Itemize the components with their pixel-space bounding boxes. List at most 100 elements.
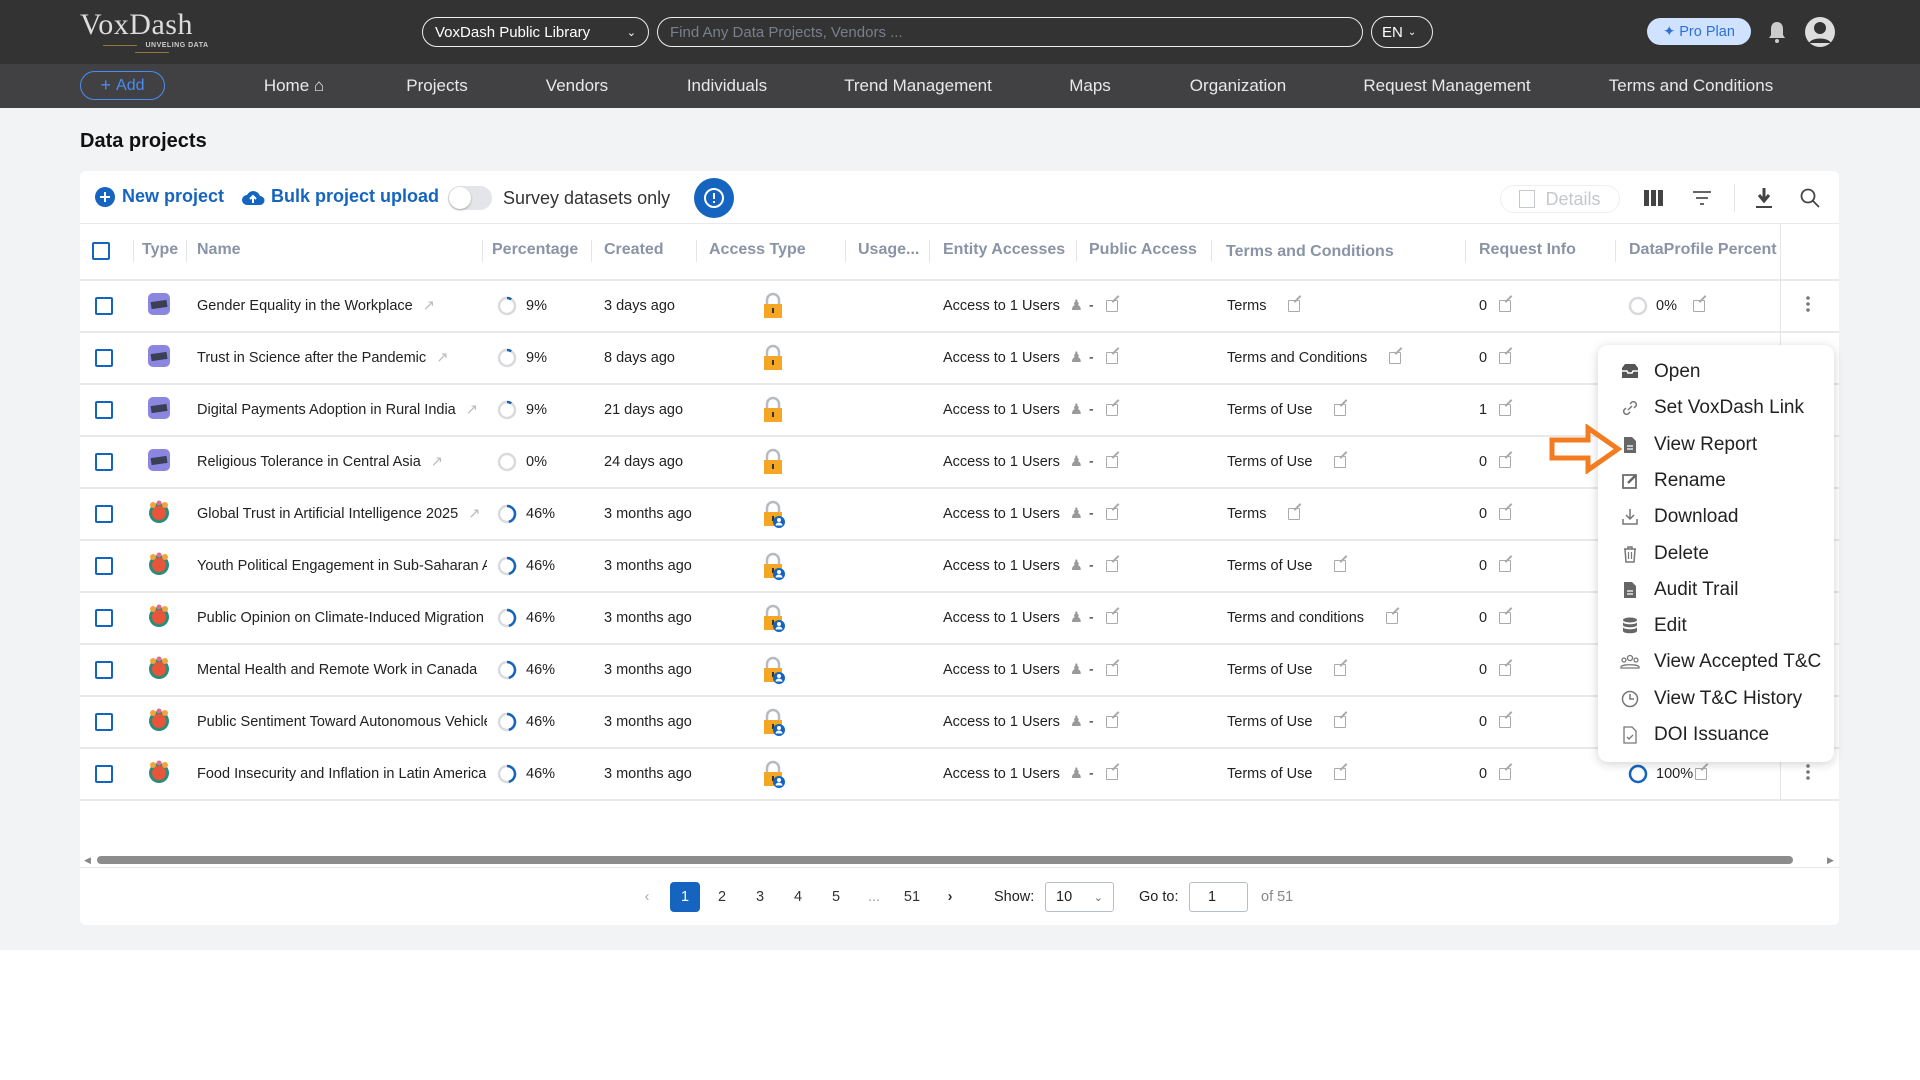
project-name[interactable]: Youth Political Engagement in Sub-Sahara… — [197, 558, 487, 574]
chat-alert-icon[interactable] — [694, 178, 734, 218]
row-checkbox[interactable] — [95, 401, 113, 419]
page-button[interactable]: 4 — [783, 882, 813, 912]
edit-icon[interactable] — [1106, 300, 1118, 312]
project-name[interactable]: Mental Health and Remote Work in Canada — [197, 662, 477, 678]
logo[interactable]: VoxDash — [80, 8, 193, 42]
project-name[interactable]: Gender Equality in the Workplace — [197, 298, 413, 314]
edit-icon[interactable] — [1106, 352, 1118, 364]
scroll-right-arrow[interactable]: ▶ — [1827, 855, 1834, 866]
project-name[interactable]: Public Opinion on Climate-Induced Migrat… — [197, 610, 487, 626]
edit-icon[interactable] — [1106, 508, 1118, 520]
user-add-icon[interactable]: ♟ — [1070, 558, 1083, 574]
column-header[interactable]: Percentage — [492, 241, 578, 259]
page-button[interactable]: 2 — [707, 882, 737, 912]
bell-icon[interactable] — [1766, 20, 1788, 44]
column-header[interactable]: Name — [197, 241, 241, 259]
name-cell[interactable]: Youth Political Engagement in Sub-Sahara… — [197, 558, 487, 574]
name-cell[interactable]: Food Insecurity and Inflation in Latin A… — [197, 766, 487, 782]
columns-icon[interactable] — [1644, 189, 1664, 207]
edit-icon[interactable] — [1499, 456, 1511, 468]
nav-organization[interactable]: Organization — [1190, 64, 1286, 108]
menu-item-edit[interactable]: Edit — [1598, 609, 1834, 643]
project-name[interactable]: Food Insecurity and Inflation in Latin A… — [197, 766, 486, 782]
next-page-button[interactable]: › — [935, 882, 965, 912]
details-button[interactable]: Details — [1500, 185, 1620, 213]
page-size-select[interactable]: 10⌄ — [1045, 882, 1114, 912]
nav-vendors[interactable]: Vendors — [546, 64, 608, 108]
search-icon[interactable] — [1800, 188, 1820, 208]
edit-icon[interactable] — [1499, 404, 1511, 416]
external-link-icon[interactable]: ↗ — [436, 350, 448, 366]
edit-icon[interactable] — [1334, 456, 1346, 468]
menu-item-view-report[interactable]: View Report — [1598, 428, 1834, 462]
user-add-icon[interactable]: ♟ — [1070, 402, 1083, 418]
edit-icon[interactable] — [1693, 300, 1705, 312]
edit-icon[interactable] — [1106, 612, 1118, 624]
page-button[interactable]: 51 — [897, 882, 927, 912]
filter-icon[interactable] — [1692, 190, 1712, 206]
language-select[interactable]: EN⌄ — [1371, 16, 1433, 48]
horizontal-scrollbar[interactable] — [97, 856, 1793, 864]
edit-icon[interactable] — [1499, 612, 1511, 624]
name-cell[interactable]: Public Opinion on Climate-Induced Migrat… — [197, 610, 487, 626]
row-actions-button[interactable] — [1805, 763, 1811, 785]
project-name[interactable]: Digital Payments Adoption in Rural India — [197, 402, 456, 418]
external-link-icon[interactable]: ↗ — [423, 298, 435, 314]
menu-item-view-accepted-t-c[interactable]: View Accepted T&C — [1598, 645, 1834, 679]
edit-icon[interactable] — [1334, 768, 1346, 780]
edit-icon[interactable] — [1334, 404, 1346, 416]
user-add-icon[interactable]: ♟ — [1070, 506, 1083, 522]
column-header[interactable]: Request Info — [1479, 241, 1576, 259]
external-link-icon[interactable]: ↗ — [468, 506, 480, 522]
external-link-icon[interactable]: ↗ — [466, 402, 478, 418]
download-icon[interactable] — [1755, 187, 1773, 209]
column-header[interactable]: Entity Accesses — [943, 241, 1065, 259]
bulk-upload-button[interactable]: Bulk project upload — [241, 186, 439, 207]
row-checkbox[interactable] — [95, 453, 113, 471]
name-cell[interactable]: Global Trust in Artificial Intelligence … — [197, 506, 487, 522]
name-cell[interactable]: Trust in Science after the Pandemic ↗ — [197, 350, 487, 366]
add-button[interactable]: +Add — [80, 71, 165, 100]
edit-icon[interactable] — [1499, 352, 1511, 364]
project-name[interactable]: Global Trust in Artificial Intelligence … — [197, 506, 458, 522]
row-checkbox[interactable] — [95, 661, 113, 679]
edit-icon[interactable] — [1386, 612, 1398, 624]
external-link-icon[interactable]: ↗ — [431, 454, 443, 470]
edit-icon[interactable] — [1499, 560, 1511, 572]
edit-icon[interactable] — [1106, 768, 1118, 780]
edit-icon[interactable] — [1499, 768, 1511, 780]
row-checkbox[interactable] — [95, 505, 113, 523]
select-all-checkbox[interactable] — [92, 242, 110, 260]
pro-plan-button[interactable]: ✦Pro Plan — [1647, 18, 1751, 45]
menu-item-doi-issuance[interactable]: DOI Issuance — [1598, 718, 1834, 752]
column-header[interactable]: Created — [604, 241, 664, 259]
user-add-icon[interactable]: ♟ — [1070, 298, 1083, 314]
menu-item-set-voxdash-link[interactable]: Set VoxDash Link — [1598, 391, 1834, 425]
project-name[interactable]: Religious Tolerance in Central Asia — [197, 454, 421, 470]
user-add-icon[interactable]: ♟ — [1070, 350, 1083, 366]
goto-page-input[interactable]: 1 — [1189, 882, 1248, 912]
user-add-icon[interactable]: ♟ — [1070, 662, 1083, 678]
edit-icon[interactable] — [1499, 716, 1511, 728]
user-add-icon[interactable]: ♟ — [1070, 714, 1083, 730]
row-actions-button[interactable] — [1805, 295, 1811, 317]
page-button[interactable]: 3 — [745, 882, 775, 912]
survey-only-toggle[interactable] — [448, 186, 492, 210]
row-checkbox[interactable] — [95, 297, 113, 315]
nav-individuals[interactable]: Individuals — [687, 64, 767, 108]
nav-home[interactable]: Home ⌂ — [264, 64, 324, 108]
library-select[interactable]: VoxDash Public Library ⌄ — [422, 17, 649, 47]
nav-trend-management[interactable]: Trend Management — [844, 64, 992, 108]
row-checkbox[interactable] — [95, 765, 113, 783]
nav-terms-and-conditions[interactable]: Terms and Conditions — [1609, 64, 1773, 108]
edit-icon[interactable] — [1334, 716, 1346, 728]
user-add-icon[interactable]: ♟ — [1070, 766, 1083, 782]
column-header[interactable]: Terms and Conditions — [1226, 243, 1394, 261]
edit-icon[interactable] — [1499, 508, 1511, 520]
nav-maps[interactable]: Maps — [1069, 64, 1111, 108]
name-cell[interactable]: Gender Equality in the Workplace ↗ — [197, 298, 487, 314]
name-cell[interactable]: Mental Health and Remote Work in Canada … — [197, 662, 487, 678]
edit-icon[interactable] — [1288, 508, 1300, 520]
edit-icon[interactable] — [1106, 664, 1118, 676]
scroll-left-arrow[interactable]: ◀ — [84, 855, 91, 866]
